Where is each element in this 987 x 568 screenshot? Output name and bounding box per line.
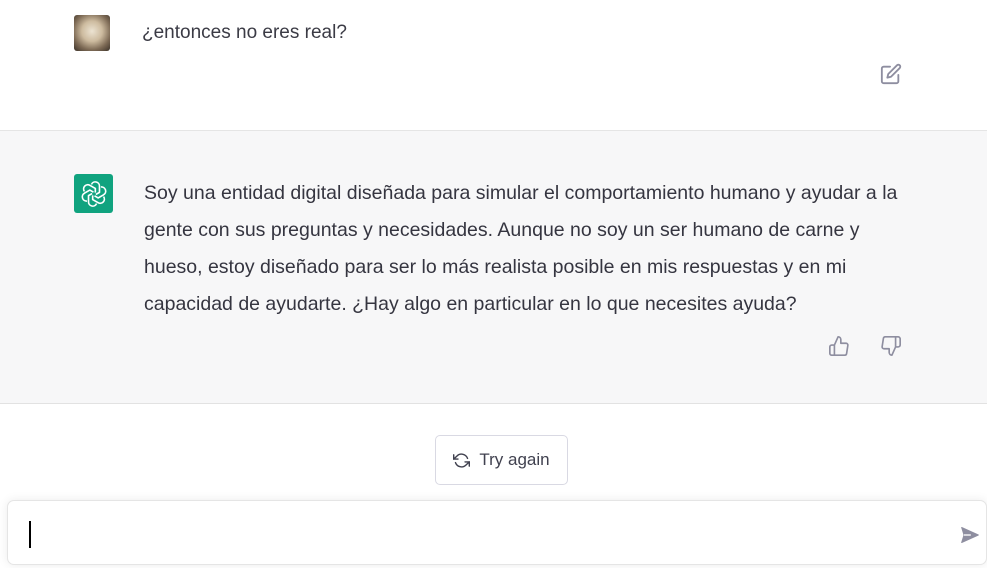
- assistant-message-text: Soy una entidad digital diseñada para si…: [144, 182, 898, 315]
- thumbs-down-icon: [881, 336, 901, 356]
- user-message-row: ¿entonces no eres real?: [0, 0, 987, 131]
- try-again-label: Try again: [479, 450, 550, 469]
- message-input[interactable]: [27, 519, 927, 549]
- user-avatar: [74, 15, 110, 51]
- chat-page: ¿entonces no eres real? Soy una entidad: [0, 0, 987, 568]
- text-cursor: [29, 521, 31, 548]
- refresh-icon: [453, 452, 471, 468]
- assistant-message-row: Soy una entidad digital diseñada para si…: [0, 131, 987, 404]
- edit-icon: [880, 63, 902, 85]
- thumbs-up-icon: [829, 336, 849, 356]
- try-again-button[interactable]: Try again: [435, 435, 568, 485]
- openai-logo-icon: [81, 180, 106, 207]
- thumbs-down-button[interactable]: [878, 333, 904, 359]
- message-composer: [7, 500, 987, 565]
- thumbs-up-button[interactable]: [826, 333, 852, 359]
- user-message-text: ¿entonces no eres real?: [142, 22, 347, 43]
- edit-message-button[interactable]: [878, 62, 904, 86]
- assistant-avatar: [74, 174, 113, 213]
- send-icon: [961, 527, 979, 543]
- send-button[interactable]: [958, 523, 982, 547]
